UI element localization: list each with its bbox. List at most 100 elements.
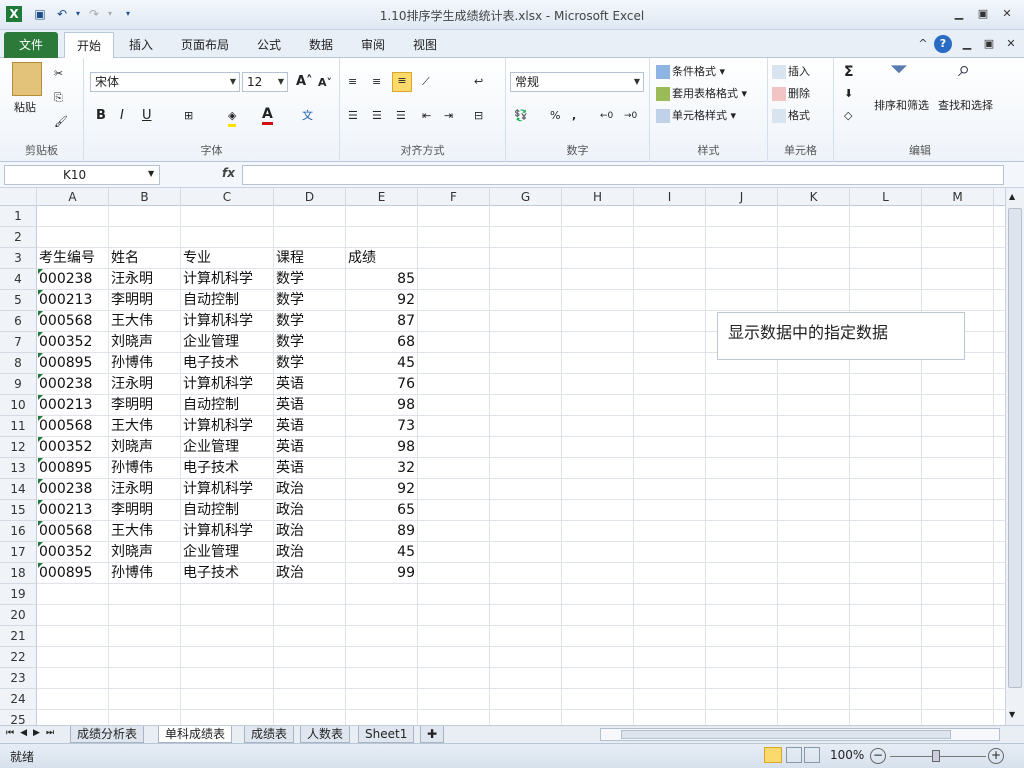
data-cell[interactable]: 数学	[276, 269, 346, 290]
font-size-select[interactable]: 12 ▼	[242, 72, 288, 92]
score-cell[interactable]: 85	[348, 269, 418, 290]
column-header-l[interactable]: L	[850, 188, 922, 206]
row-header-3[interactable]: 3	[0, 248, 37, 269]
sort-filter-button[interactable]: 排序和筛选	[874, 98, 929, 114]
italic-button[interactable]: I	[120, 108, 124, 124]
doc-minimize-button[interactable]: ▁	[960, 38, 974, 50]
data-cell[interactable]: 000895	[39, 353, 109, 374]
conditional-format-button[interactable]: 条件格式 ▾	[656, 64, 725, 80]
sheet-tab[interactable]: 成绩表	[244, 726, 295, 743]
data-cell[interactable]: 英语	[276, 374, 346, 395]
close-button[interactable]: ✕	[1000, 8, 1014, 20]
minimize-button[interactable]: ▁	[952, 8, 966, 20]
fill-icon[interactable]: ⬇	[844, 86, 853, 102]
data-cell[interactable]: 孙博伟	[111, 353, 181, 374]
data-cell[interactable]: 李明明	[111, 290, 181, 311]
data-cell[interactable]: 政治	[276, 521, 346, 542]
align-right-icon[interactable]: ☰	[396, 108, 406, 124]
data-cell[interactable]: 汪永明	[111, 374, 181, 395]
score-cell[interactable]: 68	[348, 332, 418, 353]
tab-formulas[interactable]: 公式	[248, 34, 290, 58]
score-cell[interactable]: 73	[348, 416, 418, 437]
vertical-scroll-thumb[interactable]	[1008, 208, 1022, 688]
tab-file[interactable]: 文件	[4, 32, 58, 58]
number-format-select[interactable]: 常规 ▼	[510, 72, 644, 92]
data-cell[interactable]: 刘晓声	[111, 332, 181, 353]
row-header-25[interactable]: 25	[0, 710, 37, 725]
score-cell[interactable]: 87	[348, 311, 418, 332]
fill-color-icon[interactable]: ◈	[228, 108, 237, 127]
wrap-text-icon[interactable]: ↩	[474, 74, 483, 90]
sheet-tab[interactable]: 单科成绩表	[158, 726, 233, 743]
find-select-icon[interactable]: ⌕	[958, 59, 970, 81]
grow-font-icon[interactable]: A˄	[296, 74, 313, 90]
data-cell[interactable]: 电子技术	[183, 458, 274, 479]
column-header-g[interactable]: G	[490, 188, 562, 206]
row-header-24[interactable]: 24	[0, 689, 37, 710]
formula-input[interactable]	[242, 165, 1004, 185]
tab-page-layout[interactable]: 页面布局	[172, 34, 238, 58]
column-header-a[interactable]: A	[37, 188, 109, 206]
row-header-9[interactable]: 9	[0, 374, 37, 395]
scroll-up-icon[interactable]: ▲	[1009, 192, 1015, 201]
horizontal-scrollbar[interactable]	[600, 728, 1000, 741]
decrease-indent-icon[interactable]: ⇤	[422, 108, 431, 124]
data-cell[interactable]: 数学	[276, 311, 346, 332]
data-cell[interactable]: 孙博伟	[111, 563, 181, 584]
data-cell[interactable]: 000238	[39, 374, 109, 395]
score-cell[interactable]: 32	[348, 458, 418, 479]
sheet-nav-icon[interactable]: ⏮◀▶⏭	[6, 728, 60, 738]
data-cell[interactable]: 数学	[276, 332, 346, 353]
data-cell[interactable]: 000568	[39, 311, 109, 332]
data-cell[interactable]: 英语	[276, 458, 346, 479]
phonetic-icon[interactable]: 文	[302, 108, 313, 124]
doc-restore-button[interactable]: ▣	[982, 38, 996, 50]
font-name-select[interactable]: 宋体 ▼	[90, 72, 240, 92]
row-header-11[interactable]: 11	[0, 416, 37, 437]
data-cell[interactable]: 数学	[276, 290, 346, 311]
row-header-8[interactable]: 8	[0, 353, 37, 374]
row-header-7[interactable]: 7	[0, 332, 37, 353]
insert-cells-button[interactable]: 插入	[772, 64, 810, 80]
data-cell[interactable]: 刘晓声	[111, 542, 181, 563]
tab-data[interactable]: 数据	[300, 34, 342, 58]
data-cell[interactable]: 王大伟	[111, 311, 181, 332]
tab-insert[interactable]: 插入	[120, 34, 162, 58]
cut-icon[interactable]: ✂	[54, 66, 63, 82]
increase-decimal-icon[interactable]: ←0	[600, 108, 613, 124]
header-cell[interactable]: 姓名	[111, 248, 181, 269]
zoom-in-icon[interactable]: +	[988, 748, 1004, 764]
data-cell[interactable]: 000213	[39, 500, 109, 521]
zoom-out-icon[interactable]: −	[870, 748, 886, 764]
data-cell[interactable]: 000895	[39, 563, 109, 584]
data-cell[interactable]: 计算机科学	[183, 269, 274, 290]
align-bottom-icon[interactable]: ≡	[392, 72, 412, 92]
row-header-4[interactable]: 4	[0, 269, 37, 290]
accounting-format-icon[interactable]: 💱	[514, 108, 528, 124]
data-cell[interactable]: 企业管理	[183, 332, 274, 353]
score-cell[interactable]: 92	[348, 290, 418, 311]
horizontal-scroll-thumb[interactable]	[621, 730, 951, 739]
row-header-22[interactable]: 22	[0, 647, 37, 668]
data-cell[interactable]: 英语	[276, 437, 346, 458]
vertical-scrollbar[interactable]: ▲ ▼	[1005, 188, 1024, 725]
data-cell[interactable]: 000568	[39, 416, 109, 437]
paste-button[interactable]: 粘贴	[14, 100, 36, 116]
row-header-13[interactable]: 13	[0, 458, 37, 479]
score-cell[interactable]: 45	[348, 353, 418, 374]
doc-close-button[interactable]: ✕	[1004, 38, 1018, 50]
format-as-table-button[interactable]: 套用表格格式 ▾	[656, 86, 747, 102]
data-cell[interactable]: 000352	[39, 332, 109, 353]
row-header-14[interactable]: 14	[0, 479, 37, 500]
data-cell[interactable]: 自动控制	[183, 500, 274, 521]
name-box-dropdown-icon[interactable]: ▼	[148, 169, 154, 178]
row-header-2[interactable]: 2	[0, 227, 37, 248]
header-cell[interactable]: 成绩	[348, 248, 418, 269]
score-cell[interactable]: 92	[348, 479, 418, 500]
format-painter-icon[interactable]: 🖌	[54, 114, 68, 130]
row-header-20[interactable]: 20	[0, 605, 37, 626]
ribbon-collapse-icon[interactable]: ^	[916, 38, 930, 50]
data-cell[interactable]: 王大伟	[111, 416, 181, 437]
column-header-c[interactable]: C	[181, 188, 274, 206]
underline-button[interactable]: U	[142, 108, 152, 124]
